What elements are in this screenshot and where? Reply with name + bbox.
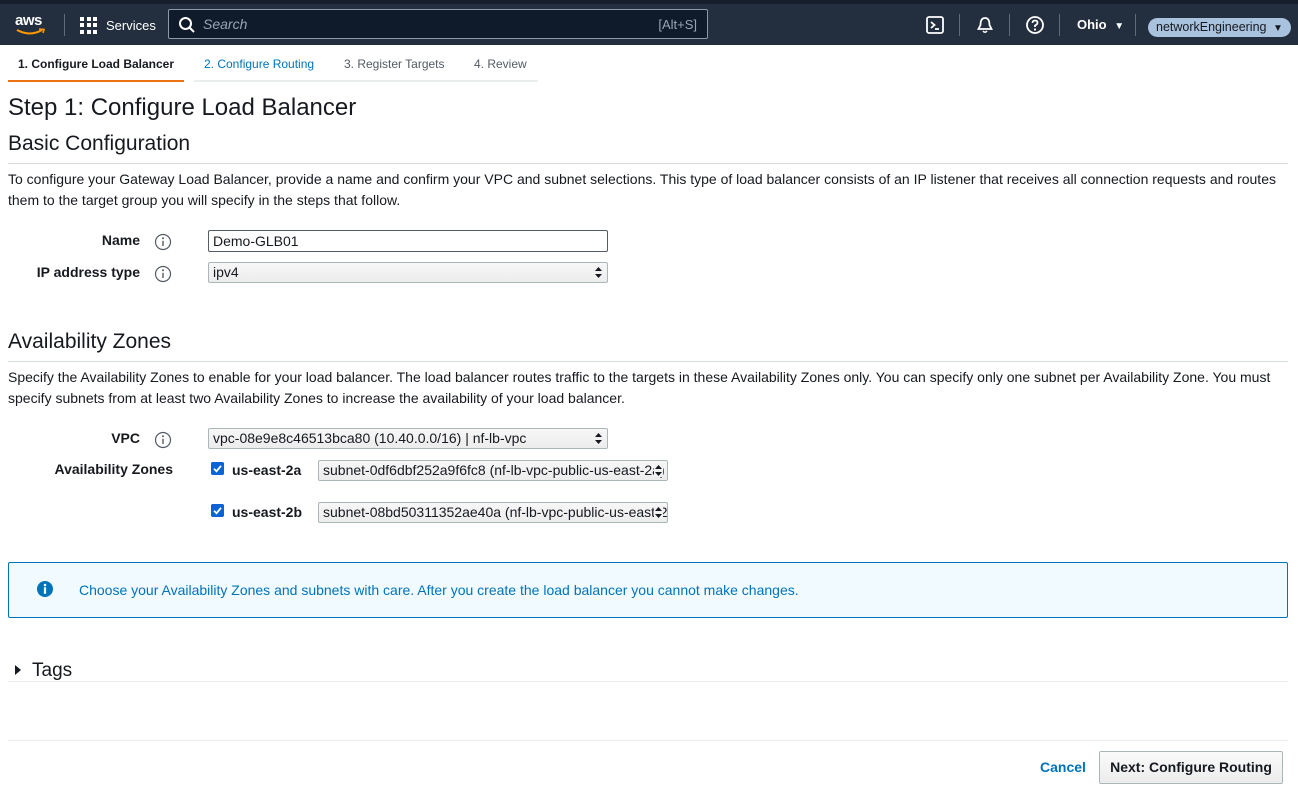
name-input[interactable]: Demo-GLB01 xyxy=(208,230,608,252)
ip-address-type-value: ipv4 xyxy=(213,264,239,280)
tab-configure-load-balancer[interactable]: 1. Configure Load Balancer xyxy=(8,54,184,82)
ip-address-type-select[interactable]: ipv4 xyxy=(208,262,608,283)
section-divider xyxy=(8,361,1288,362)
search-shortcut-hint: [Alt+S] xyxy=(658,17,697,32)
info-icon[interactable] xyxy=(154,431,172,449)
select-arrows-icon xyxy=(594,432,603,445)
availability-zones-description: Specify the Availability Zones to enable… xyxy=(8,369,1271,406)
search-icon xyxy=(179,17,195,33)
account-menu-button[interactable]: networkEngineering ▼ xyxy=(1148,18,1291,37)
availability-zones-label: Availability Zones xyxy=(54,461,173,477)
aws-logo-text: aws xyxy=(15,12,42,29)
basic-configuration-description: To configure your Gateway Load Balancer,… xyxy=(8,171,1276,208)
search-input[interactable] xyxy=(203,14,623,34)
tab-register-targets: 3. Register Targets xyxy=(334,54,464,82)
section-divider xyxy=(8,163,1288,164)
vpc-select[interactable]: vpc-08e9e8c46513bca80 (10.40.0.0/16) | n… xyxy=(208,428,608,449)
basic-configuration-heading: Basic Configuration xyxy=(8,132,191,155)
az-us-east-2a-checkbox[interactable] xyxy=(211,462,224,475)
tab-configure-routing[interactable]: 2. Configure Routing xyxy=(194,54,335,82)
availability-zones-heading: Availability Zones xyxy=(8,330,172,353)
select-arrows-icon xyxy=(594,266,603,279)
page-title: Step 1: Configure Load Balancer xyxy=(8,94,357,121)
tab-label: 2. Configure Routing xyxy=(204,57,315,71)
nav-divider xyxy=(1059,14,1060,36)
info-icon[interactable] xyxy=(154,265,172,283)
region-label: Ohio xyxy=(1077,17,1107,32)
nav-divider xyxy=(1009,14,1010,36)
select-arrows-icon xyxy=(654,506,663,519)
account-name: networkEngineering xyxy=(1156,20,1267,34)
az-us-east-2b-subnet-value: subnet-08bd50311352ae40a (nf-lb-vpc-publ… xyxy=(323,504,668,520)
cloudshell-icon[interactable] xyxy=(925,15,945,35)
caret-right-icon xyxy=(15,665,21,675)
chevron-down-icon: ▼ xyxy=(1114,21,1125,32)
select-arrows-icon xyxy=(654,464,663,477)
ip-address-type-label: IP address type xyxy=(36,264,140,280)
az-us-east-2b-label: us-east-2b xyxy=(232,504,303,520)
region-selector[interactable]: Ohio ▼ xyxy=(1077,17,1124,32)
services-menu-button[interactable]: Services xyxy=(80,13,156,37)
top-navigation-bar: aws Services [Alt+S] Ohio xyxy=(0,0,1298,45)
info-circle-icon xyxy=(37,581,53,597)
aws-smile-icon xyxy=(16,28,46,35)
vpc-value: vpc-08e9e8c46513bca80 (10.40.0.0/16) | n… xyxy=(213,430,527,446)
tab-label: 4. Review xyxy=(474,57,527,71)
info-alert: Choose your Availability Zones and subne… xyxy=(8,562,1288,618)
tags-label: Tags xyxy=(32,660,73,681)
services-label: Services xyxy=(106,17,156,33)
next-configure-routing-button[interactable]: Next: Configure Routing xyxy=(1099,751,1283,784)
tab-review: 4. Review xyxy=(464,54,538,82)
info-icon[interactable] xyxy=(154,233,172,251)
vpc-label: VPC xyxy=(111,430,140,446)
az-us-east-2b-subnet-select[interactable]: subnet-08bd50311352ae40a (nf-lb-vpc-publ… xyxy=(318,502,668,523)
footer-divider xyxy=(8,740,1288,741)
tab-label: 3. Register Targets xyxy=(344,57,445,71)
notifications-bell-icon[interactable] xyxy=(975,15,995,35)
az-us-east-2a-subnet-value: subnet-0df6dbf252a9f6fc8 (nf-lb-vpc-publ… xyxy=(323,462,665,478)
name-label: Name xyxy=(101,232,140,248)
search-box[interactable]: [Alt+S] xyxy=(168,9,708,39)
tab-label: 1. Configure Load Balancer xyxy=(18,57,175,71)
nav-divider xyxy=(959,14,960,36)
cancel-button[interactable]: Cancel xyxy=(1040,759,1086,775)
az-us-east-2a-subnet-select[interactable]: subnet-0df6dbf252a9f6fc8 (nf-lb-vpc-publ… xyxy=(318,460,668,481)
help-icon[interactable] xyxy=(1025,15,1045,35)
nav-divider xyxy=(64,14,65,36)
az-us-east-2b-checkbox[interactable] xyxy=(211,504,224,517)
chevron-down-icon: ▼ xyxy=(1272,23,1283,34)
az-us-east-2a-label: us-east-2a xyxy=(232,462,302,478)
nav-divider xyxy=(1135,14,1136,36)
info-alert-text: Choose your Availability Zones and subne… xyxy=(79,582,799,598)
services-grid-icon xyxy=(80,16,97,34)
aws-logo[interactable]: aws xyxy=(14,10,50,38)
tags-expander[interactable]: Tags xyxy=(8,659,1288,682)
